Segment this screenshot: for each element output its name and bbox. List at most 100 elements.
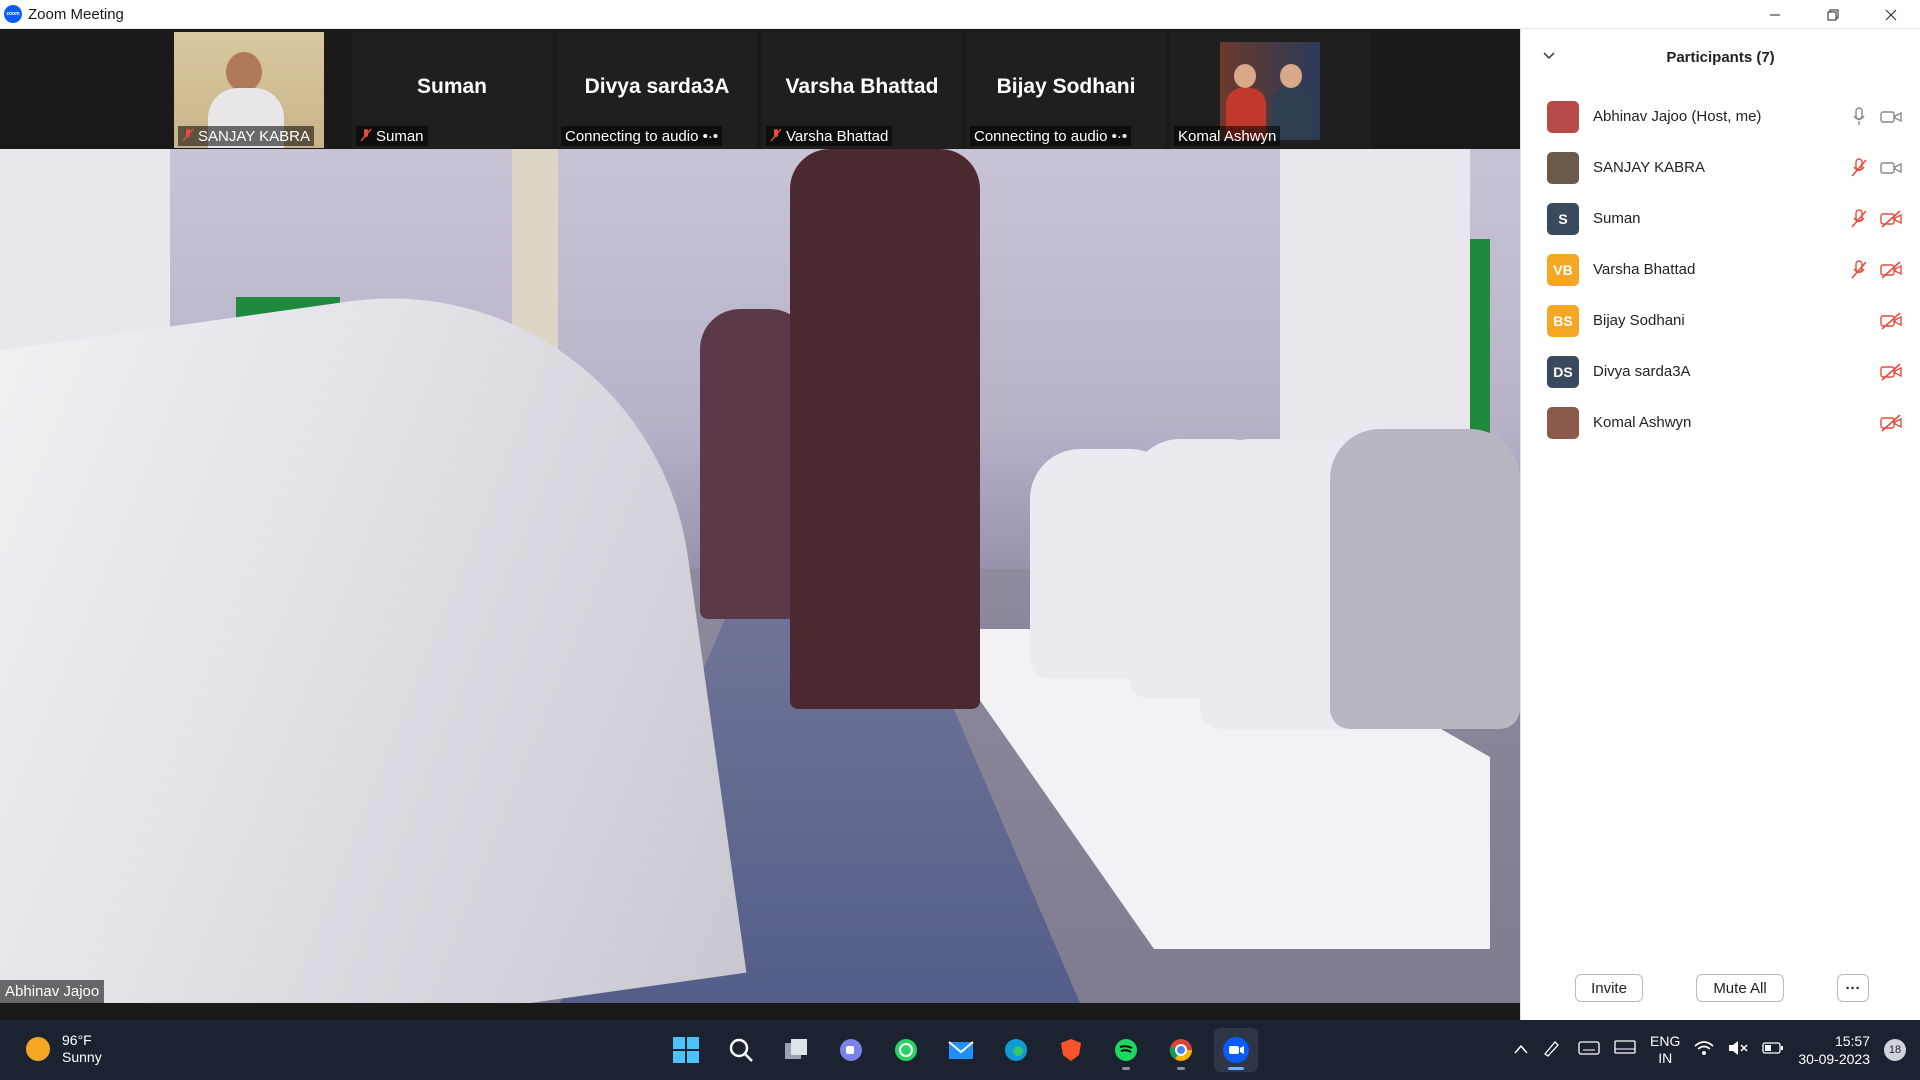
chrome-button[interactable] — [1159, 1028, 1203, 1072]
search-button[interactable] — [719, 1028, 763, 1072]
close-button[interactable] — [1862, 0, 1920, 29]
restore-button[interactable] — [1804, 0, 1862, 29]
notification-badge[interactable]: 18 — [1884, 1039, 1906, 1061]
edge-button[interactable] — [994, 1028, 1038, 1072]
participant-name: Varsha Bhattad — [1593, 261, 1696, 278]
window-title: Zoom Meeting — [28, 5, 124, 23]
tile-label: Suman — [356, 126, 428, 146]
main-video-feed[interactable]: Abhinav Jajoo — [0, 149, 1520, 1003]
video-camera-icon[interactable] — [1880, 106, 1902, 128]
chrome-icon — [1169, 1039, 1192, 1061]
participants-list: Abhinav Jajoo (Host, me) SANJAY KABRA S Sum… — [1521, 85, 1920, 448]
mic-muted-icon — [182, 128, 194, 145]
avatar — [1547, 406, 1579, 439]
participants-header: Participants (7) — [1521, 29, 1920, 85]
avatar: DS — [1547, 355, 1579, 388]
participant-row[interactable]: VB Varsha Bhattad — [1521, 244, 1920, 295]
zoom-logo-text: zoom — [6, 11, 20, 17]
clock-date: 30-09-2023 — [1798, 1051, 1870, 1067]
invite-button[interactable]: Invite — [1575, 974, 1643, 1002]
windows-start-button[interactable] — [664, 1028, 708, 1072]
video-camera-off-icon[interactable] — [1880, 208, 1902, 230]
video-camera-off-icon[interactable] — [1880, 259, 1902, 281]
video-tile-divya[interactable]: Divya sarda3A Connecting to audio •·• — [557, 32, 757, 148]
brave-button[interactable] — [1049, 1028, 1093, 1072]
participant-row[interactable]: SANJAY KABRA — [1521, 142, 1920, 193]
video-tile-suman[interactable]: Suman Suman — [352, 32, 552, 148]
minimize-button[interactable] — [1746, 0, 1804, 29]
running-indicator — [1122, 1067, 1130, 1070]
scene-person — [790, 149, 980, 709]
microphone-muted-icon[interactable] — [1848, 157, 1870, 179]
wifi-icon[interactable] — [1694, 1040, 1714, 1061]
avatar: S — [1547, 202, 1579, 235]
video-camera-off-icon[interactable] — [1880, 412, 1902, 434]
participant-row[interactable]: Abhinav Jajoo (Host, me) — [1521, 91, 1920, 142]
mail-button[interactable] — [939, 1028, 983, 1072]
tile-label: SANJAY KABRA — [178, 126, 314, 146]
participant-row[interactable]: Komal Ashwyn — [1521, 397, 1920, 448]
more-options-button[interactable]: ··· — [1837, 974, 1869, 1002]
language-indicator[interactable]: ENG IN — [1650, 1033, 1680, 1067]
window-titlebar: zoom Zoom Meeting — [0, 0, 1920, 29]
microphone-icon[interactable] — [1848, 106, 1870, 128]
participant-row[interactable]: DS Divya sarda3A — [1521, 346, 1920, 397]
brave-icon — [1061, 1039, 1081, 1061]
video-tile-sanjay[interactable]: SANJAY KABRA — [174, 32, 324, 148]
microphone-muted-icon[interactable] — [1848, 259, 1870, 281]
tile-label: Varsha Bhattad — [766, 126, 893, 146]
chevron-up-icon[interactable] — [1514, 1041, 1528, 1059]
battery-icon[interactable] — [1762, 1041, 1784, 1060]
restore-icon — [1827, 9, 1839, 20]
teams-chat-button[interactable] — [829, 1028, 873, 1072]
running-indicator — [1177, 1067, 1185, 1070]
zoom-icon — [1223, 1037, 1249, 1063]
video-camera-off-icon[interactable] — [1880, 310, 1902, 332]
pen-icon[interactable] — [1542, 1039, 1564, 1062]
mute-all-button[interactable]: Mute All — [1696, 974, 1784, 1002]
region-code: IN — [1658, 1050, 1673, 1066]
tile-name: SANJAY KABRA — [198, 127, 310, 145]
participants-title: Participants (7) — [1666, 48, 1775, 66]
chat-icon — [840, 1039, 862, 1061]
search-icon — [729, 1038, 753, 1062]
display-icon[interactable] — [1614, 1039, 1636, 1062]
weather-widget[interactable]: 96°F Sunny — [26, 1032, 102, 1066]
tile-status: Connecting to audio •·• — [974, 127, 1128, 145]
participant-name: Abhinav Jajoo (Host, me) — [1593, 108, 1762, 125]
tile-status: Connecting to audio •·• — [565, 127, 719, 145]
avatar — [1547, 100, 1579, 133]
whatsapp-button[interactable] — [884, 1028, 928, 1072]
zoom-button[interactable] — [1214, 1028, 1258, 1072]
tile-name: Komal Ashwyn — [1178, 127, 1277, 145]
microphone-muted-icon[interactable] — [1848, 208, 1870, 230]
participant-name: SANJAY KABRA — [1593, 159, 1705, 176]
keyboard-icon[interactable] — [1578, 1040, 1600, 1061]
system-tray: ENG IN 15:57 30-09-2023 18 — [1514, 1020, 1906, 1080]
speaker-muted-icon[interactable] — [1728, 1040, 1748, 1061]
participants-footer: Invite Mute All ··· — [1521, 974, 1920, 1004]
task-view-button[interactable] — [774, 1028, 818, 1072]
video-camera-off-icon[interactable] — [1880, 361, 1902, 383]
video-tile-varsha[interactable]: Varsha Bhattad Varsha Bhattad — [762, 32, 962, 148]
video-camera-icon[interactable] — [1880, 157, 1902, 179]
participants-panel: Participants (7) Abhinav Jajoo (Host, me… — [1520, 29, 1920, 1020]
video-tile-komal[interactable]: Komal Ashwyn — [1170, 32, 1370, 148]
minimize-icon — [1770, 14, 1780, 15]
participant-name: Komal Ashwyn — [1593, 414, 1692, 431]
task-view-icon — [785, 1039, 807, 1059]
video-tile-bijay[interactable]: Bijay Sodhani Connecting to audio •·• — [966, 32, 1166, 148]
avatar: VB — [1547, 253, 1579, 286]
mic-muted-icon — [770, 128, 782, 145]
tile-label: Connecting to audio •·• — [561, 126, 723, 146]
windows-logo-icon — [673, 1037, 699, 1063]
participant-row[interactable]: S Suman — [1521, 193, 1920, 244]
windows-taskbar: 96°F Sunny ENG IN 15:57 30-09-2023 18 — [0, 1020, 1920, 1080]
clock[interactable]: 15:57 30-09-2023 — [1798, 1032, 1870, 1068]
avatar: BS — [1547, 304, 1579, 337]
participant-name: Bijay Sodhani — [1593, 312, 1685, 329]
participant-row[interactable]: BS Bijay Sodhani — [1521, 295, 1920, 346]
scene-person — [1330, 429, 1520, 729]
spotify-button[interactable] — [1104, 1028, 1148, 1072]
chevron-down-icon[interactable] — [1543, 49, 1555, 63]
